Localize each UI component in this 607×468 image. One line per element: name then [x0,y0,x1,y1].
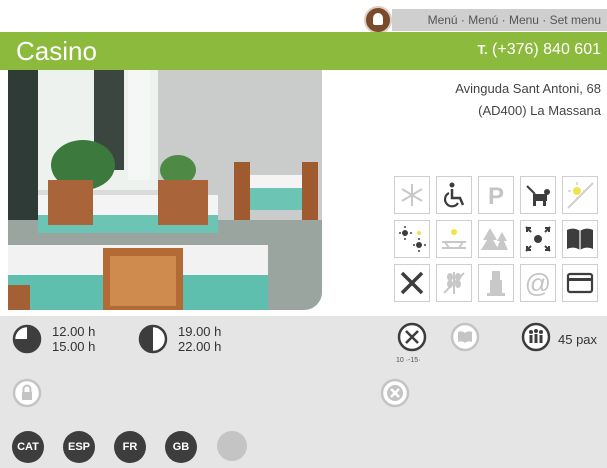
restaurant-photo [8,70,322,310]
language-esp[interactable]: ESP [63,431,95,463]
menu-available-icon [450,322,480,352]
wine-cellar-icon [478,264,514,302]
dinner-open: 19.00 h [178,324,222,339]
capacity-label: 45 pax [558,332,598,347]
language-cat[interactable]: CAT [12,431,44,463]
air-conditioning-icon [394,176,430,214]
lunch-clock-icon [12,324,42,354]
chef-hat-icon [364,6,392,34]
speech-bubble-icon [217,431,247,461]
info-panel: 12.00 h 15.00 h 19.00 h 22.00 h 10 ·-15·… [0,316,607,468]
wheelchair-access-icon [436,176,472,214]
meal-price: 10 ·-15· [396,357,421,364]
mountain-forest-icon [478,220,514,258]
menu-book-icon [562,220,598,258]
outdoor-terrace-icon [394,220,430,258]
address-line-2: (AD400) La Massana [478,103,601,118]
restaurant-name: Casino [16,36,97,66]
menu-links[interactable]: Menú · Menú · Menu · Set menu [392,9,607,31]
cutlery-icon [394,264,430,302]
title-bar: Casino T. (+376) 840 601 [0,32,607,70]
close-icon [380,378,410,408]
language-gb[interactable]: GB [165,431,197,463]
scenic-view-icon [436,220,472,258]
address-line-1: Avinguda Sant Antoni, 68 [455,81,601,96]
email-icon: @ [520,264,556,302]
dinner-close: 22.00 h [178,339,222,354]
lunch-open: 12.00 h [52,324,96,339]
meal-price-icon [397,322,427,352]
pets-allowed-icon [520,176,556,214]
svg-text:@: @ [525,268,551,298]
lunch-hours: 12.00 h 15.00 h [52,324,95,354]
address: Avinguda Sant Antoni, 68 (AD400) La Mass… [455,78,601,122]
phone-number: T. (+376) 840 601 [477,41,601,59]
dinner-hours: 19.00 h 22.00 h [178,324,221,354]
credit-card-icon [562,264,598,302]
lunch-close: 15.00 h [52,339,96,354]
parking-icon: P [478,176,514,214]
language-fr[interactable]: FR [114,431,146,463]
kids-area-icon [520,220,556,258]
capacity-icon [521,322,551,352]
dining-room-image [8,70,322,310]
dinner-clock-icon [138,324,168,354]
phone-value: (+376) 840 601 [492,41,601,58]
terrace-sun-icon [562,176,598,214]
svg-text:P: P [488,183,504,210]
phone-prefix: T. [477,42,488,57]
top-menu-bar: Menú · Menú · Menu · Set menu [0,0,607,34]
gluten-free-icon [436,264,472,302]
lock-icon [12,378,42,408]
